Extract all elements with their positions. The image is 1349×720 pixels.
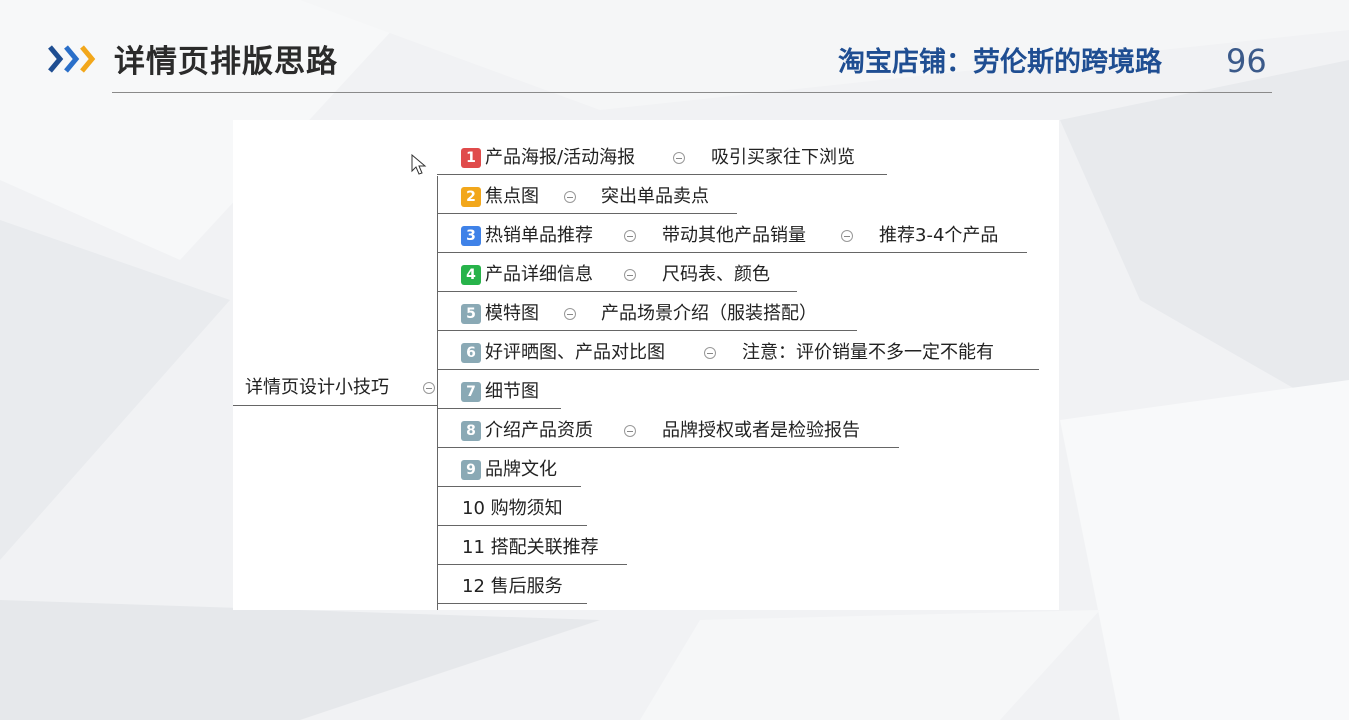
badge-8: 8 bbox=[461, 421, 481, 441]
collapse-icon[interactable] bbox=[624, 230, 636, 242]
collapse-icon[interactable] bbox=[624, 269, 636, 281]
branch-underline bbox=[437, 525, 587, 526]
branch-label: 12 售后服务 bbox=[462, 576, 563, 597]
badge-7: 7 bbox=[461, 382, 481, 402]
branch-detail: 品牌授权或者是检验报告 bbox=[662, 420, 860, 441]
collapse-icon[interactable] bbox=[564, 308, 576, 320]
badge-6: 6 bbox=[461, 343, 481, 363]
branch-label: 好评晒图、产品对比图 bbox=[485, 342, 665, 363]
mindmap-panel: 详情页设计小技巧 1 产品海报/活动海报 吸引买家往下浏览 2 焦点图 突出单品… bbox=[233, 120, 1059, 610]
branch-underline bbox=[437, 174, 887, 175]
branch-underline bbox=[437, 291, 797, 292]
page-title: 详情页排版思路 bbox=[114, 44, 338, 80]
header-divider bbox=[112, 92, 1272, 93]
shop-name: 淘宝店铺：劳伦斯的跨境路 bbox=[838, 47, 1162, 78]
badge-3: 3 bbox=[461, 226, 481, 246]
branch-detail: 带动其他产品销量 bbox=[662, 225, 806, 246]
badge-4: 4 bbox=[461, 265, 481, 285]
branch-label: 10 购物须知 bbox=[462, 498, 563, 519]
branch-label: 11 搭配关联推荐 bbox=[462, 537, 599, 558]
branch-underline bbox=[437, 213, 737, 214]
branch-underline bbox=[437, 447, 899, 448]
branch-underline bbox=[437, 369, 1039, 370]
branch-underline bbox=[437, 330, 857, 331]
branch-detail: 注意：评价销量不多一定不能有 bbox=[742, 342, 994, 363]
branch-label: 热销单品推荐 bbox=[485, 225, 593, 246]
chevron-arrows-icon bbox=[48, 45, 96, 73]
collapse-icon[interactable] bbox=[423, 382, 435, 394]
badge-1: 1 bbox=[461, 148, 481, 168]
branch-label: 介绍产品资质 bbox=[485, 420, 593, 441]
collapse-icon[interactable] bbox=[841, 230, 853, 242]
collapse-icon[interactable] bbox=[624, 425, 636, 437]
mouse-pointer-icon bbox=[411, 154, 427, 175]
page-number: 96 bbox=[1226, 42, 1267, 80]
branch-detail: 尺码表、颜色 bbox=[662, 264, 770, 285]
collapse-icon[interactable] bbox=[704, 347, 716, 359]
branch-label: 产品详细信息 bbox=[485, 264, 593, 285]
branch-label: 产品海报/活动海报 bbox=[485, 147, 636, 168]
branch-label: 模特图 bbox=[485, 303, 539, 324]
branch-label: 细节图 bbox=[485, 381, 539, 402]
branch-detail: 吸引买家往下浏览 bbox=[711, 147, 855, 168]
root-underline bbox=[233, 405, 437, 406]
branch-underline bbox=[437, 408, 561, 409]
collapse-icon[interactable] bbox=[673, 152, 685, 164]
branch-detail: 突出单品卖点 bbox=[601, 186, 709, 207]
mindmap-root[interactable]: 详情页设计小技巧 bbox=[245, 378, 389, 398]
branch-detail: 产品场景介绍（服装搭配） bbox=[601, 303, 817, 324]
collapse-icon[interactable] bbox=[564, 191, 576, 203]
branch-underline bbox=[437, 252, 1027, 253]
badge-5: 5 bbox=[461, 304, 481, 324]
branch-underline bbox=[437, 564, 627, 565]
badge-2: 2 bbox=[461, 187, 481, 207]
branch-underline bbox=[437, 603, 587, 604]
badge-9: 9 bbox=[461, 460, 481, 480]
branch-label: 品牌文化 bbox=[485, 459, 557, 480]
branch-label: 焦点图 bbox=[485, 186, 539, 207]
branch-underline bbox=[437, 486, 581, 487]
slide-header: 详情页排版思路 淘宝店铺：劳伦斯的跨境路 96 bbox=[0, 0, 1349, 100]
branch-trunk bbox=[437, 176, 438, 610]
branch-subdetail: 推荐3-4个产品 bbox=[879, 225, 999, 246]
